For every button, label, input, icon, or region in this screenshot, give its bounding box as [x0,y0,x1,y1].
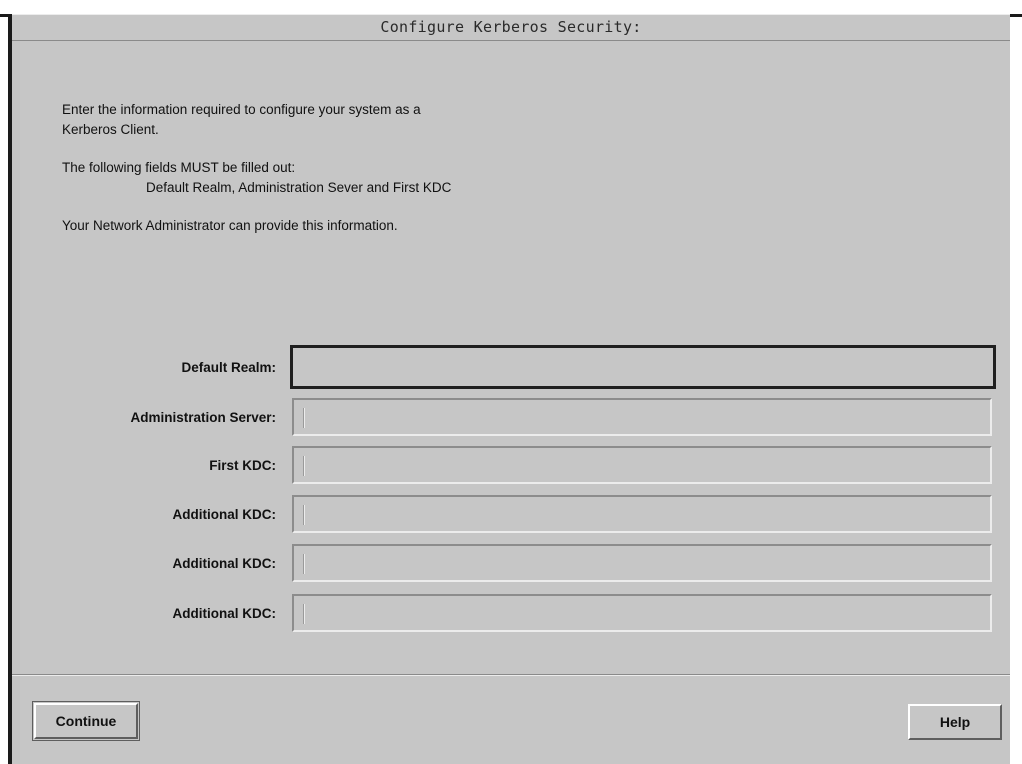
instructions: Enter the information required to config… [62,100,622,236]
required-fields-heading: The following fields MUST be filled out: [62,160,296,175]
help-button[interactable]: Help [908,704,1002,740]
title-bar: Configure Kerberos Security: [12,14,1010,41]
instruction-line-1: Enter the information required to config… [62,102,421,117]
administration-server-input[interactable] [292,398,992,436]
text-caret [303,505,305,525]
continue-button[interactable]: Continue [32,701,140,741]
row-additional-kdc-2: Additional KDC: [12,544,1010,584]
window-title: Configure Kerberos Security: [380,18,642,36]
first-kdc-label: First KDC: [209,458,276,473]
first-kdc-input[interactable] [292,446,992,484]
text-caret [303,456,305,476]
default-realm-label: Default Realm: [181,360,276,375]
button-separator [12,674,1010,676]
additional-kdc-3-label: Additional KDC: [172,606,277,621]
text-caret [303,554,305,574]
row-first-kdc: First KDC: [12,446,1010,486]
required-fields-list: Default Realm, Administration Sever and … [146,180,452,195]
administration-server-label: Administration Server: [130,410,276,425]
row-additional-kdc-3: Additional KDC: [12,594,1010,634]
kerberos-config-window: Configure Kerberos Security: Enter the i… [8,14,1010,764]
additional-kdc-1-input[interactable] [292,495,992,533]
additional-kdc-3-input[interactable] [292,594,992,632]
instruction-line-2: Kerberos Client. [62,122,159,137]
additional-kdc-1-label: Additional KDC: [172,507,277,522]
admin-note: Your Network Administrator can provide t… [62,218,398,233]
row-administration-server: Administration Server: [12,398,1010,438]
additional-kdc-2-label: Additional KDC: [172,556,277,571]
text-caret [303,408,305,428]
default-realm-input[interactable] [290,345,996,389]
row-additional-kdc-1: Additional KDC: [12,495,1010,535]
text-caret [303,604,305,624]
additional-kdc-2-input[interactable] [292,544,992,582]
row-default-realm: Default Realm: [12,345,1010,389]
